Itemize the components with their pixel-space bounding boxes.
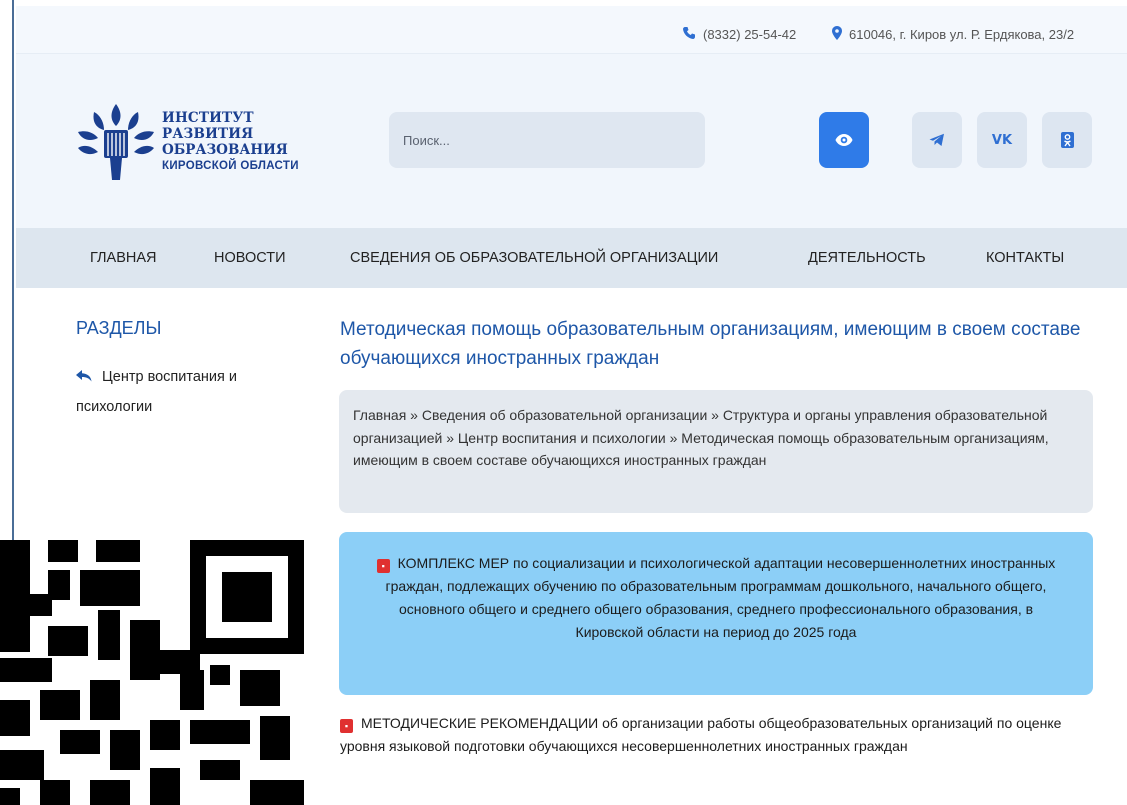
vk-icon: VK [991,132,1013,148]
breadcrumb-text: Главная » Сведения об образовательной ор… [353,407,1049,468]
qr-module [60,730,100,754]
qr-module [90,780,130,805]
main-nav: ГЛАВНАЯ НОВОСТИ СВЕДЕНИЯ ОБ ОБРАЗОВАТЕЛЬ… [16,228,1127,288]
eye-icon [835,134,853,146]
nav-item-activity[interactable]: ДЕЯТЕЛЬНОСТЬ [808,250,926,266]
telegram-icon [929,133,944,146]
qr-module [240,670,280,706]
qr-module [150,720,180,750]
telegram-button[interactable] [912,112,962,168]
qr-module [40,780,70,805]
qr-module [0,750,44,780]
nav-item-organization-info[interactable]: СВЕДЕНИЯ ОБ ОБРАЗОВАТЕЛЬНОЙ ОРГАНИЗАЦИИ [350,250,718,266]
odnoklassniki-button[interactable] [1042,112,1092,168]
phone-icon [682,26,696,43]
sidebar-title: РАЗДЕЛЫ [76,318,162,338]
qr-module [0,700,30,736]
qr-finder-core [222,572,272,622]
qr-module [96,540,140,562]
phone-number: (8332) 25-54-42 [703,27,797,42]
qr-module [260,716,290,760]
qr-module [90,680,120,720]
phone-contact[interactable]: (8332) 25-54-42 [682,26,796,43]
logo[interactable]: ИНСТИТУТ РАЗВИТИЯ ОБРАЗОВАНИЯ КИРОВСКОЙ … [76,102,338,182]
breadcrumb[interactable]: Главная » Сведения об образовательной ор… [339,390,1093,513]
qr-code [0,540,304,805]
qr-module [250,780,304,805]
nav-item-contacts[interactable]: КОНТАКТЫ [986,250,1064,266]
top-contact-bar: (8332) 25-54-42 610046, г. Киров ул. Р. … [16,6,1127,54]
pdf-icon: ▪ [376,559,390,573]
qr-module [48,626,88,656]
document-link-1[interactable]: КОМПЛЕКС МЕР по социализации и психологи… [386,555,1056,640]
logo-line-1: ИНСТИТУТ РАЗВИТИЯ [162,110,254,142]
accessibility-button[interactable] [819,112,869,168]
qr-module [0,540,30,652]
qr-module [80,570,140,606]
document-card-1[interactable]: ▪ КОМПЛЕКС МЕР по социализации и психолог… [339,532,1093,695]
odnoklassniki-icon [1060,132,1074,148]
qr-module [210,665,230,685]
logo-line-3: КИРОВСКОЙ ОБЛАСТИ [162,160,299,172]
sidebar-back-link[interactable]: Центр воспитания и психологии [76,362,296,422]
address-contact[interactable]: 610046, г. Киров ул. Р. Ердякова, 23/2 [832,26,1074,43]
qr-module [0,658,52,682]
qr-module [110,730,140,770]
qr-module [180,670,204,710]
qr-module [200,760,240,780]
qr-module [40,690,80,720]
nav-item-home[interactable]: ГЛАВНАЯ [90,250,157,266]
logo-text: ИНСТИТУТ РАЗВИТИЯ ОБРАЗОВАНИЯ КИРОВСКОЙ … [162,110,338,174]
site-header: ИНСТИТУТ РАЗВИТИЯ ОБРАЗОВАНИЯ КИРОВСКОЙ … [16,54,1127,228]
nav-item-news[interactable]: НОВОСТИ [214,250,286,266]
qr-module [0,788,20,805]
qr-module [98,610,120,660]
qr-module [130,620,160,680]
qr-module [150,768,180,805]
vk-button[interactable]: VK [977,112,1027,168]
search-input[interactable] [389,112,705,168]
map-marker-icon [832,26,842,43]
logo-line-2: ОБРАЗОВАНИЯ [162,142,288,158]
address-text: 610046, г. Киров ул. Р. Ердякова, 23/2 [849,27,1075,42]
qr-module [30,594,52,616]
qr-module [190,720,250,744]
logo-emblem-icon [78,104,154,180]
document-link-2[interactable]: МЕТОДИЧЕСКИЕ РЕКОМЕНДАЦИИ об организации… [340,715,1061,754]
pdf-icon: ▪ [340,719,353,733]
qr-module [48,540,78,562]
back-arrow-icon [76,369,96,385]
sidebar-back-link-label: Центр воспитания и психологии [76,369,237,415]
document-card-2[interactable]: ▪ МЕТОДИЧЕСКИЕ РЕКОМЕНДАЦИИ об организаци… [340,712,1100,757]
page-title: Методическая помощь образовательным орга… [340,319,1081,369]
